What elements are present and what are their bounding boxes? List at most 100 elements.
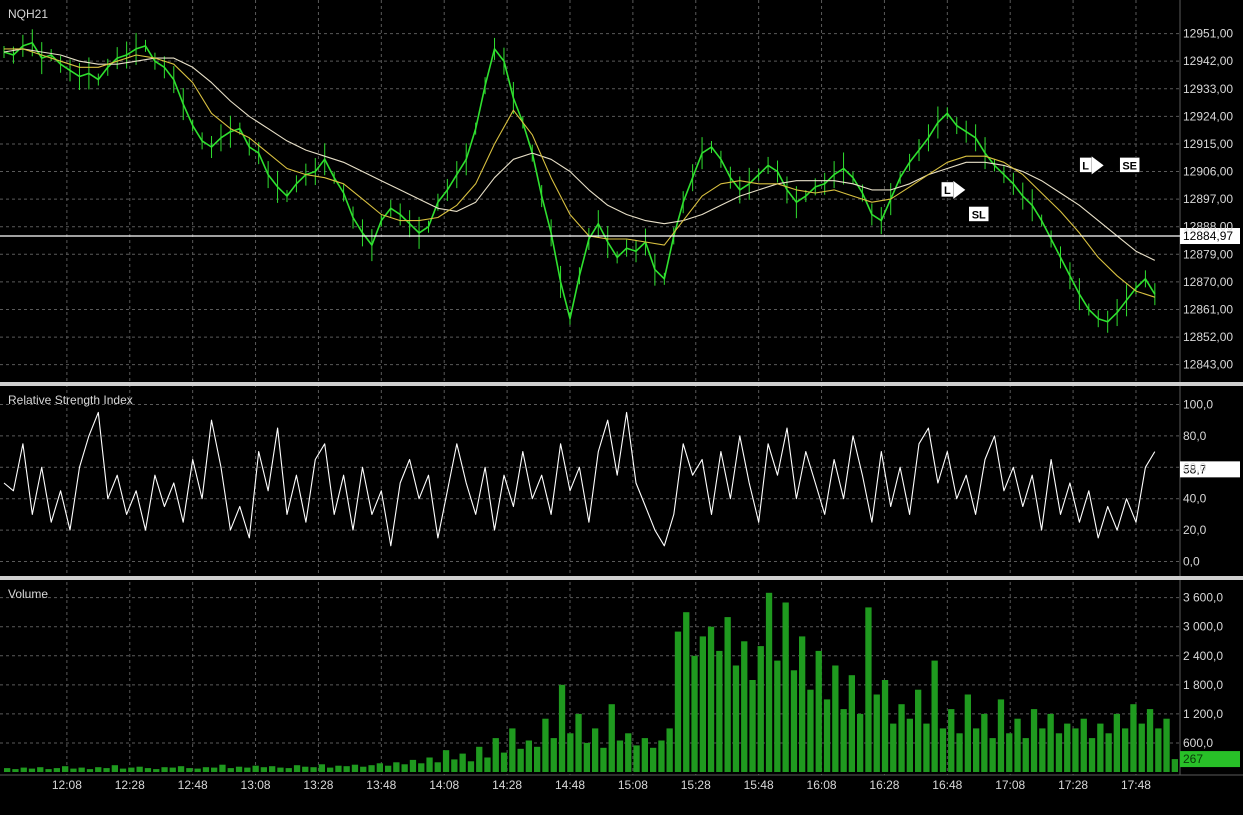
volume-bar[interactable]	[956, 733, 963, 772]
chart-canvas[interactable]: 12884,97LSLL SE 58,7 267 12:08 12:28 12:48 1…	[0, 0, 1243, 810]
volume-bar[interactable]	[144, 768, 152, 772]
volume-bar[interactable]	[1163, 718, 1170, 772]
volume-bar[interactable]	[194, 768, 201, 772]
volume-bar[interactable]	[1055, 733, 1063, 772]
volume-bar[interactable]	[981, 713, 988, 772]
volume-bar[interactable]	[857, 713, 864, 772]
volume-bar[interactable]	[815, 650, 822, 772]
volume-bar[interactable]	[1155, 728, 1162, 772]
volume-bar[interactable]	[550, 738, 557, 772]
volume-bar[interactable]	[567, 733, 574, 772]
volume-bar[interactable]	[128, 767, 135, 772]
volume-bar[interactable]	[674, 631, 682, 772]
volume-bar[interactable]	[848, 675, 855, 772]
volume-bar[interactable]	[625, 733, 632, 772]
volume-bar[interactable]	[948, 709, 955, 772]
volume-bar[interactable]	[136, 766, 143, 772]
volume-bar[interactable]	[484, 757, 491, 773]
volume-bar[interactable]	[658, 740, 665, 773]
volume-bar[interactable]	[782, 602, 789, 773]
volume-bar[interactable]	[277, 767, 284, 772]
volume-bar[interactable]	[467, 761, 475, 772]
volume-bar[interactable]	[823, 699, 831, 772]
volume-bar[interactable]	[335, 765, 342, 772]
volume-bar[interactable]	[765, 592, 773, 772]
panel-separator[interactable]	[0, 576, 1243, 580]
volume-bar[interactable]	[219, 764, 226, 772]
volume-bar[interactable]	[269, 766, 276, 772]
volume-bar[interactable]	[1047, 713, 1054, 772]
volume-bar[interactable]	[774, 660, 781, 772]
volume-bar[interactable]	[517, 748, 524, 772]
volume-bar[interactable]	[1022, 738, 1029, 772]
volume-bar[interactable]	[716, 650, 723, 772]
volume-bar[interactable]	[1097, 723, 1104, 772]
volume-bar[interactable]	[12, 769, 19, 772]
volume-bar[interactable]	[418, 763, 425, 772]
volume-bar[interactable]	[1105, 733, 1112, 772]
volume-bar[interactable]	[749, 680, 756, 772]
volume-bar[interactable]	[476, 746, 483, 772]
volume-bar[interactable]	[62, 766, 69, 772]
volume-bar[interactable]	[997, 699, 1005, 772]
volume-bar[interactable]	[343, 766, 350, 772]
volume-bar[interactable]	[393, 762, 400, 772]
volume-bar[interactable]	[293, 765, 301, 772]
volume-bar[interactable]	[1072, 728, 1079, 772]
volume-bar[interactable]	[939, 728, 947, 772]
volume-bar[interactable]	[186, 768, 193, 772]
volume-bar[interactable]	[492, 738, 499, 772]
volume-bar[interactable]	[509, 728, 516, 772]
volume-bar[interactable]	[691, 655, 698, 772]
volume-bar[interactable]	[973, 728, 980, 772]
volume-bar[interactable]	[666, 728, 673, 772]
volume-bar[interactable]	[202, 767, 210, 772]
volume-bar[interactable]	[608, 704, 615, 772]
volume-bar[interactable]	[318, 764, 325, 772]
volume-bar[interactable]	[542, 718, 549, 772]
volume-bar[interactable]	[757, 646, 764, 772]
volume-bar[interactable]	[310, 767, 317, 772]
volume-bar[interactable]	[28, 768, 36, 772]
volume-bar[interactable]	[881, 680, 889, 772]
volume-bar[interactable]	[103, 768, 110, 772]
volume-bar[interactable]	[707, 626, 715, 772]
volume-bar[interactable]	[161, 767, 168, 772]
volume-bar[interactable]	[177, 766, 185, 772]
volume-bar[interactable]	[790, 670, 798, 772]
volume-bar[interactable]	[385, 765, 392, 772]
volume-bar[interactable]	[20, 767, 27, 772]
volume-bar[interactable]	[592, 728, 599, 772]
volume-bar[interactable]	[583, 742, 590, 772]
volume-bar[interactable]	[37, 767, 44, 772]
volume-bar[interactable]	[650, 747, 657, 772]
volume-bar[interactable]	[799, 636, 806, 772]
volume-bar[interactable]	[898, 704, 905, 772]
volume-bar[interactable]	[153, 769, 160, 772]
volume-bar[interactable]	[1146, 709, 1154, 772]
trading-chart[interactable]: 12884,97 L SL L SE 58,7 267 12:08 12:28 12:48 1…	[0, 0, 1243, 810]
volume-bar[interactable]	[1064, 723, 1071, 772]
volume-bar[interactable]	[931, 660, 938, 772]
volume-bar[interactable]	[575, 713, 582, 772]
volume-bar[interactable]	[724, 617, 731, 772]
volume-bar[interactable]	[244, 767, 251, 772]
volume-bar[interactable]	[600, 747, 607, 772]
volume-bar[interactable]	[111, 765, 118, 772]
volume-bar[interactable]	[252, 765, 259, 772]
volume-bar[interactable]	[500, 752, 508, 772]
volume-bar[interactable]	[534, 746, 541, 772]
volume-bar[interactable]	[964, 694, 971, 773]
trade-marker-sl[interactable]: SL	[968, 206, 990, 222]
volume-bar[interactable]	[1039, 728, 1046, 772]
volume-bar[interactable]	[78, 767, 85, 772]
trade-marker-se[interactable]: SE	[1119, 157, 1140, 173]
volume-bar[interactable]	[923, 723, 930, 772]
volume-bar[interactable]	[227, 768, 234, 772]
volume-bar[interactable]	[732, 665, 740, 773]
volume-bar[interactable]	[1138, 723, 1145, 772]
volume-bar[interactable]	[351, 764, 359, 772]
volume-bar[interactable]	[302, 766, 309, 772]
volume-bar[interactable]	[832, 665, 839, 773]
volume-bar[interactable]	[890, 723, 897, 772]
